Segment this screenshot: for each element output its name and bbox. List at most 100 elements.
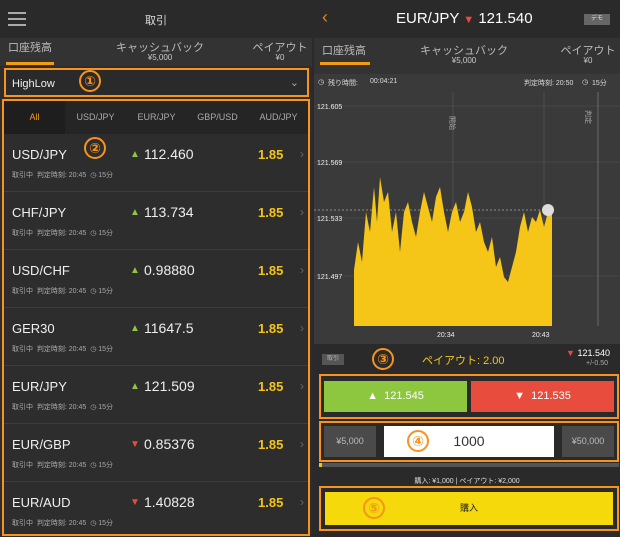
clock-icon: ◷ xyxy=(90,230,97,237)
callout-1: ① xyxy=(79,70,101,92)
asset-status: 取引中 xyxy=(12,346,33,353)
price-chart[interactable]: 開始 判定 121.605 121.569 121.533 121.497 20… xyxy=(314,92,620,344)
asset-list: All USD/JPY EUR/JPY GBP/USD AUD/JPY ② US… xyxy=(2,99,310,536)
chevron-right-icon: › xyxy=(300,263,304,277)
asset-time: 判定時刻: 20:45 xyxy=(36,520,87,527)
back-arrow-icon[interactable]: ‹ xyxy=(322,7,328,28)
y-tick-1: 121.605 xyxy=(317,104,342,111)
summary-balance: 口座残高 xyxy=(8,43,52,54)
asset-payout: 1.85 xyxy=(258,205,284,220)
down-arrow-icon: ▼ xyxy=(130,497,140,508)
asset-pair: EUR/JPY xyxy=(12,379,67,394)
asset-row[interactable]: EUR/GBP ▼ 0.85376 1.85 › 取引中 判定時刻: 20:45 ◷ 15… xyxy=(4,424,308,482)
y-tick-2: 121.569 xyxy=(317,160,342,167)
trade-tag: 取引 xyxy=(322,354,344,365)
chevron-right-icon: › xyxy=(300,437,304,451)
asset-status: 取引中 xyxy=(12,404,33,411)
asset-meta: 取引中 判定時刻: 20:45 ◷ 15分 xyxy=(12,286,113,296)
clock-icon-2: ◷ xyxy=(582,79,589,86)
asset-pair: GER30 xyxy=(12,321,55,336)
down-arrow-icon: ▼ xyxy=(130,439,140,450)
asset-duration: 15分 xyxy=(98,462,114,469)
right-account-summary: 口座残高 キャッシュバック ¥5,000 ペイアウト ¥0 xyxy=(314,38,620,74)
low-button[interactable]: ▼ 121.535 xyxy=(471,381,614,412)
tab-usdjpy[interactable]: USD/JPY xyxy=(65,101,126,134)
clock-icon: ◷ xyxy=(90,404,97,411)
option-type-dropdown[interactable]: HighLow ⌄ xyxy=(4,68,309,97)
asset-row[interactable]: EUR/AUD ▼ 1.40828 1.85 › 取引中 判定時刻: 20:45 ◷ 15… xyxy=(4,482,308,534)
asset-status: 取引中 xyxy=(12,288,33,295)
asset-time: 判定時刻: 20:45 xyxy=(36,288,87,295)
low-price: 121.535 xyxy=(531,390,571,402)
asset-status: 取引中 xyxy=(12,172,33,179)
summary-cashback-label: キャッシュバック xyxy=(116,42,204,54)
asset-price: 113.734 xyxy=(144,204,194,220)
asset-price: 112.460 xyxy=(144,146,194,162)
r-summary-cashback: キャッシュバック ¥5,000 xyxy=(414,46,514,66)
asset-duration: 15分 xyxy=(98,288,114,295)
asset-meta: 取引中 判定時刻: 20:45 ◷ 15分 xyxy=(12,170,113,180)
asset-status: 取引中 xyxy=(12,230,33,237)
chevron-right-icon: › xyxy=(300,321,304,335)
high-button[interactable]: ▲ 121.545 xyxy=(324,381,467,412)
asset-meta: 取引中 判定時刻: 20:45 ◷ 15分 xyxy=(12,518,113,528)
r-summary-balance-label: 口座残高 xyxy=(322,45,366,57)
asset-payout: 1.85 xyxy=(258,379,284,394)
r-balance-underline xyxy=(320,62,370,65)
page-title: 取引 xyxy=(145,15,167,27)
asset-row[interactable]: GER30 ▲ 11647.5 1.85 › 取引中 判定時刻: 20:45 ◷ 15分 xyxy=(4,308,308,366)
up-arrow-icon: ▲ xyxy=(130,323,140,334)
remaining-label: 残り時間: xyxy=(328,80,358,87)
high-arrow-icon: ▲ xyxy=(367,390,378,402)
asset-time: 判定時刻: 20:45 xyxy=(36,346,87,353)
asset-duration: 15分 xyxy=(98,172,114,179)
clock-icon: ◷ xyxy=(90,520,97,527)
chevron-down-icon: ⌄ xyxy=(289,77,299,89)
asset-pair: EUR/AUD xyxy=(12,495,71,510)
amount-decrease-button[interactable]: ¥5,000 xyxy=(324,426,376,457)
tab-all[interactable]: All xyxy=(4,101,65,134)
x-tick-2: 20:43 xyxy=(532,332,550,339)
asset-row[interactable]: CHF/JPY ▲ 113.734 1.85 › 取引中 判定時刻: 20:45 ◷ 15… xyxy=(4,192,308,250)
asset-payout: 1.85 xyxy=(258,263,284,278)
chevron-right-icon: › xyxy=(300,495,304,509)
duration-label: 15分 xyxy=(592,80,607,87)
up-arrow-icon: ▲ xyxy=(130,149,140,160)
asset-price: 11647.5 xyxy=(144,320,194,336)
r-summary-payout: ペイアウト ¥0 xyxy=(558,46,618,66)
right-panel: ‹ EUR/JPY ▼ 121.540 デモ 口座残高 キャッシュバック ¥5,… xyxy=(314,0,620,537)
chart-svg: 開始 判定 121.605 121.569 121.533 121.497 20… xyxy=(314,92,620,339)
amount-increase-button[interactable]: ¥50,000 xyxy=(562,426,614,457)
down-arrow-icon: ▼ xyxy=(463,14,475,26)
remaining-value: 00:04:21 xyxy=(370,78,398,85)
asset-meta: 取引中 判定時刻: 20:45 ◷ 15分 xyxy=(12,460,113,470)
asset-row[interactable]: USD/CHF ▲ 0.98880 1.85 › 取引中 判定時刻: 20:45 ◷ 15… xyxy=(4,250,308,308)
buy-area: 購入 ⑤ xyxy=(319,486,619,531)
judge-vertical-label: 判定 xyxy=(584,110,593,124)
asset-payout: 1.85 xyxy=(258,147,284,162)
tab-eurjpy[interactable]: EUR/JPY xyxy=(126,101,187,134)
chevron-right-icon: › xyxy=(300,147,304,161)
tab-audjpy[interactable]: AUD/JPY xyxy=(248,101,308,134)
asset-duration: 15分 xyxy=(98,520,114,527)
amount-slider[interactable] xyxy=(319,463,619,467)
asset-duration: 15分 xyxy=(98,404,114,411)
clock-icon: ◷ xyxy=(90,172,97,179)
asset-status: 取引中 xyxy=(12,520,33,527)
asset-status: 取引中 xyxy=(12,462,33,469)
chevron-right-icon: › xyxy=(300,379,304,393)
asset-payout: 1.85 xyxy=(258,321,284,336)
left-header: 取引 xyxy=(0,0,312,38)
y-tick-4: 121.497 xyxy=(317,274,342,281)
current-price-marker xyxy=(542,204,554,216)
asset-row[interactable]: EUR/JPY ▲ 121.509 1.85 › 取引中 判定時刻: 20:45 ◷ 15… xyxy=(4,366,308,424)
asset-time: 判定時刻: 20:45 xyxy=(36,404,87,411)
payout-bar: 取引 ③ ペイアウト: 2.00 ▼ 121.540 +/-0.50 xyxy=(314,344,620,374)
tab-gbpusd[interactable]: GBP/USD xyxy=(187,101,248,134)
clock-icon: ◷ xyxy=(318,79,325,86)
asset-tabs: All USD/JPY EUR/JPY GBP/USD AUD/JPY xyxy=(4,101,308,134)
callout-5: ⑤ xyxy=(363,497,385,519)
asset-row[interactable]: USD/JPY ▲ 112.460 1.85 › 取引中 判定時刻: 20:45 ◷ 15… xyxy=(4,134,308,192)
asset-pair: EUR/GBP xyxy=(12,437,71,452)
side-price-value: 121.540 xyxy=(577,348,610,358)
